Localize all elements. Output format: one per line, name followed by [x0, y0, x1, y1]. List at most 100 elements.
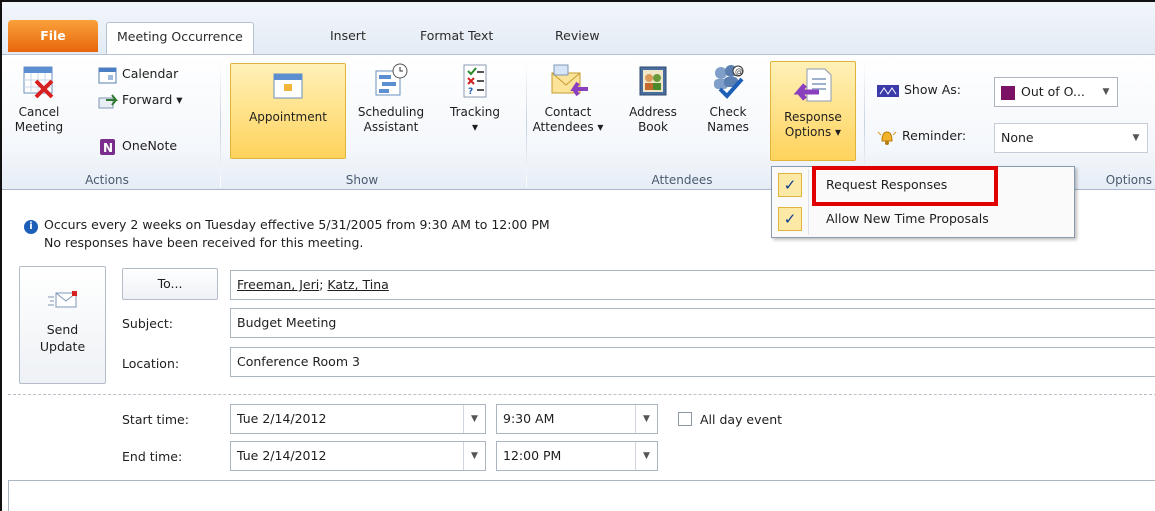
- subject-field[interactable]: Budget Meeting: [230, 308, 1155, 338]
- end-time-picker[interactable]: 12:00 PM ▼: [496, 441, 658, 471]
- address-label-line1: Address: [629, 105, 677, 119]
- subject-value: Budget Meeting: [237, 315, 337, 330]
- contact-label-line1: Contact: [544, 105, 592, 119]
- onenote-button[interactable]: N OneNote: [98, 135, 177, 157]
- contact-attendees-button[interactable]: Contact Attendees ▾: [530, 63, 606, 135]
- svg-text:@: @: [735, 67, 743, 76]
- info-icon: i: [24, 220, 38, 234]
- recipient-katz-tina[interactable]: Katz, Tina: [327, 277, 388, 292]
- menu-item-label: Allow New Time Proposals: [826, 211, 989, 226]
- response-options-button[interactable]: Response Options ▾: [770, 61, 856, 161]
- actions-group-label: Actions: [85, 173, 129, 187]
- checkmark-icon: ✓: [778, 207, 802, 231]
- message-body-editor[interactable]: [8, 480, 1155, 511]
- group-divider: [526, 61, 527, 187]
- checkmark-icon: ✓: [778, 173, 802, 197]
- show-as-select[interactable]: Out of O... ▼: [994, 77, 1118, 107]
- info-line-1: Occurs every 2 weeks on Tuesday effectiv…: [44, 217, 550, 232]
- address-book-button[interactable]: Address Book: [626, 63, 680, 135]
- address-book-icon: [639, 66, 667, 96]
- show-group-label: Show: [345, 173, 379, 187]
- end-time-label: End time:: [122, 449, 183, 464]
- cancel-label-line1: Cancel: [18, 105, 60, 119]
- calendar-button[interactable]: Calendar: [98, 63, 178, 85]
- section-divider: [8, 394, 1155, 395]
- scheduling-assistant-icon: [375, 63, 408, 96]
- attendees-group-label: Attendees: [651, 173, 713, 187]
- location-value: Conference Room 3: [237, 354, 360, 369]
- chevron-down-icon[interactable]: ▼: [463, 442, 485, 470]
- send-envelope-icon: [47, 291, 77, 308]
- cancel-label-line2: Meeting: [14, 120, 64, 134]
- scheduling-assistant-button[interactable]: Scheduling Assistant: [348, 63, 434, 135]
- out-of-office-swatch: [1001, 85, 1015, 100]
- tracking-icon: ?: [463, 64, 487, 98]
- cancel-meeting-button[interactable]: Cancel Meeting: [6, 63, 72, 135]
- onenote-label: OneNote: [122, 138, 178, 153]
- reminder-select[interactable]: None ▼: [994, 123, 1148, 153]
- options-group-label: Options: [1105, 173, 1152, 187]
- appointment-button[interactable]: Appointment: [230, 63, 346, 159]
- show-as-value: Out of O...: [1021, 84, 1085, 99]
- tab-format-text[interactable]: Format Text: [410, 22, 503, 50]
- chevron-down-icon[interactable]: ▼: [463, 405, 485, 433]
- forward-button[interactable]: Forward ▾: [98, 89, 183, 111]
- send-label-line2: Update: [39, 339, 86, 354]
- to-field[interactable]: Freeman, Jeri; Katz, Tina: [230, 270, 1155, 300]
- tab-insert[interactable]: Insert: [320, 22, 376, 50]
- location-label: Location:: [122, 356, 180, 371]
- ribbon-tab-bar: File Meeting Occurrence Insert Format Te…: [2, 2, 1155, 58]
- appointment-calendar-icon: [273, 73, 303, 99]
- contact-label-line2: Attendees ▾: [532, 120, 604, 134]
- response-label-line2: Options ▾: [784, 125, 842, 139]
- chevron-down-icon[interactable]: ▼: [635, 405, 657, 433]
- send-update-button[interactable]: Send Update: [19, 266, 106, 384]
- end-time-value: 12:00 PM: [503, 448, 562, 463]
- check-names-button[interactable]: @ Check Names: [698, 63, 758, 135]
- address-label-line2: Book: [638, 120, 668, 134]
- show-as-icon: [877, 84, 899, 97]
- tracking-label: Tracking: [450, 105, 500, 119]
- svg-text:N: N: [103, 141, 113, 155]
- reminder-label: Reminder:: [902, 128, 967, 143]
- info-bar: Occurs every 2 weeks on Tuesday effectiv…: [44, 216, 550, 252]
- scheduling-label-line2: Assistant: [363, 120, 419, 134]
- highlight-callout-box: [812, 166, 998, 206]
- start-time-label: Start time:: [122, 412, 189, 427]
- to-button[interactable]: To...: [122, 268, 218, 300]
- chevron-down-icon[interactable]: ▼: [635, 442, 657, 470]
- start-date-picker[interactable]: Tue 2/14/2012 ▼: [230, 404, 486, 434]
- send-label-line1: Send: [46, 322, 79, 337]
- tracking-button[interactable]: ? Tracking ▾: [438, 63, 512, 135]
- chevron-down-icon: ▼: [1125, 124, 1147, 152]
- chevron-down-icon: ▼: [1095, 78, 1117, 106]
- group-divider: [220, 61, 221, 187]
- info-line-2: No responses have been received for this…: [44, 235, 364, 250]
- all-day-event-label[interactable]: All day event: [700, 412, 782, 427]
- end-date-picker[interactable]: Tue 2/14/2012 ▼: [230, 441, 486, 471]
- start-time-picker[interactable]: 9:30 AM ▼: [496, 404, 658, 434]
- location-field[interactable]: Conference Room 3: [230, 347, 1155, 377]
- check-names-icon: @: [714, 65, 744, 99]
- contact-attendees-icon: [551, 64, 588, 97]
- forward-icon: [98, 93, 118, 108]
- response-options-icon: [793, 68, 832, 102]
- scheduling-label-line1: Scheduling: [357, 105, 425, 119]
- check-label-line2: Names: [707, 120, 749, 134]
- cancel-calendar-icon: [23, 66, 54, 99]
- tab-review[interactable]: Review: [545, 22, 610, 50]
- tab-meeting-occurrence[interactable]: Meeting Occurrence: [106, 22, 254, 55]
- check-label-line1: Check: [709, 105, 747, 119]
- outlook-meeting-window: File Meeting Occurrence Insert Format Te…: [0, 0, 1155, 511]
- calendar-label: Calendar: [122, 66, 179, 81]
- all-day-event-checkbox[interactable]: [678, 412, 692, 426]
- menu-item-allow-new-time-proposals[interactable]: ✓ Allow New Time Proposals: [772, 203, 1074, 235]
- show-as-label: Show As:: [904, 82, 961, 97]
- tab-file[interactable]: File: [8, 20, 98, 52]
- tracking-dropdown-arrow: ▾: [471, 120, 479, 134]
- recipient-freeman-jeri[interactable]: Freeman, Jeri: [237, 277, 319, 292]
- appointment-label: Appointment: [249, 110, 327, 124]
- response-label-line1: Response: [784, 110, 842, 124]
- subject-label: Subject:: [122, 316, 173, 331]
- calendar-icon: [98, 67, 117, 83]
